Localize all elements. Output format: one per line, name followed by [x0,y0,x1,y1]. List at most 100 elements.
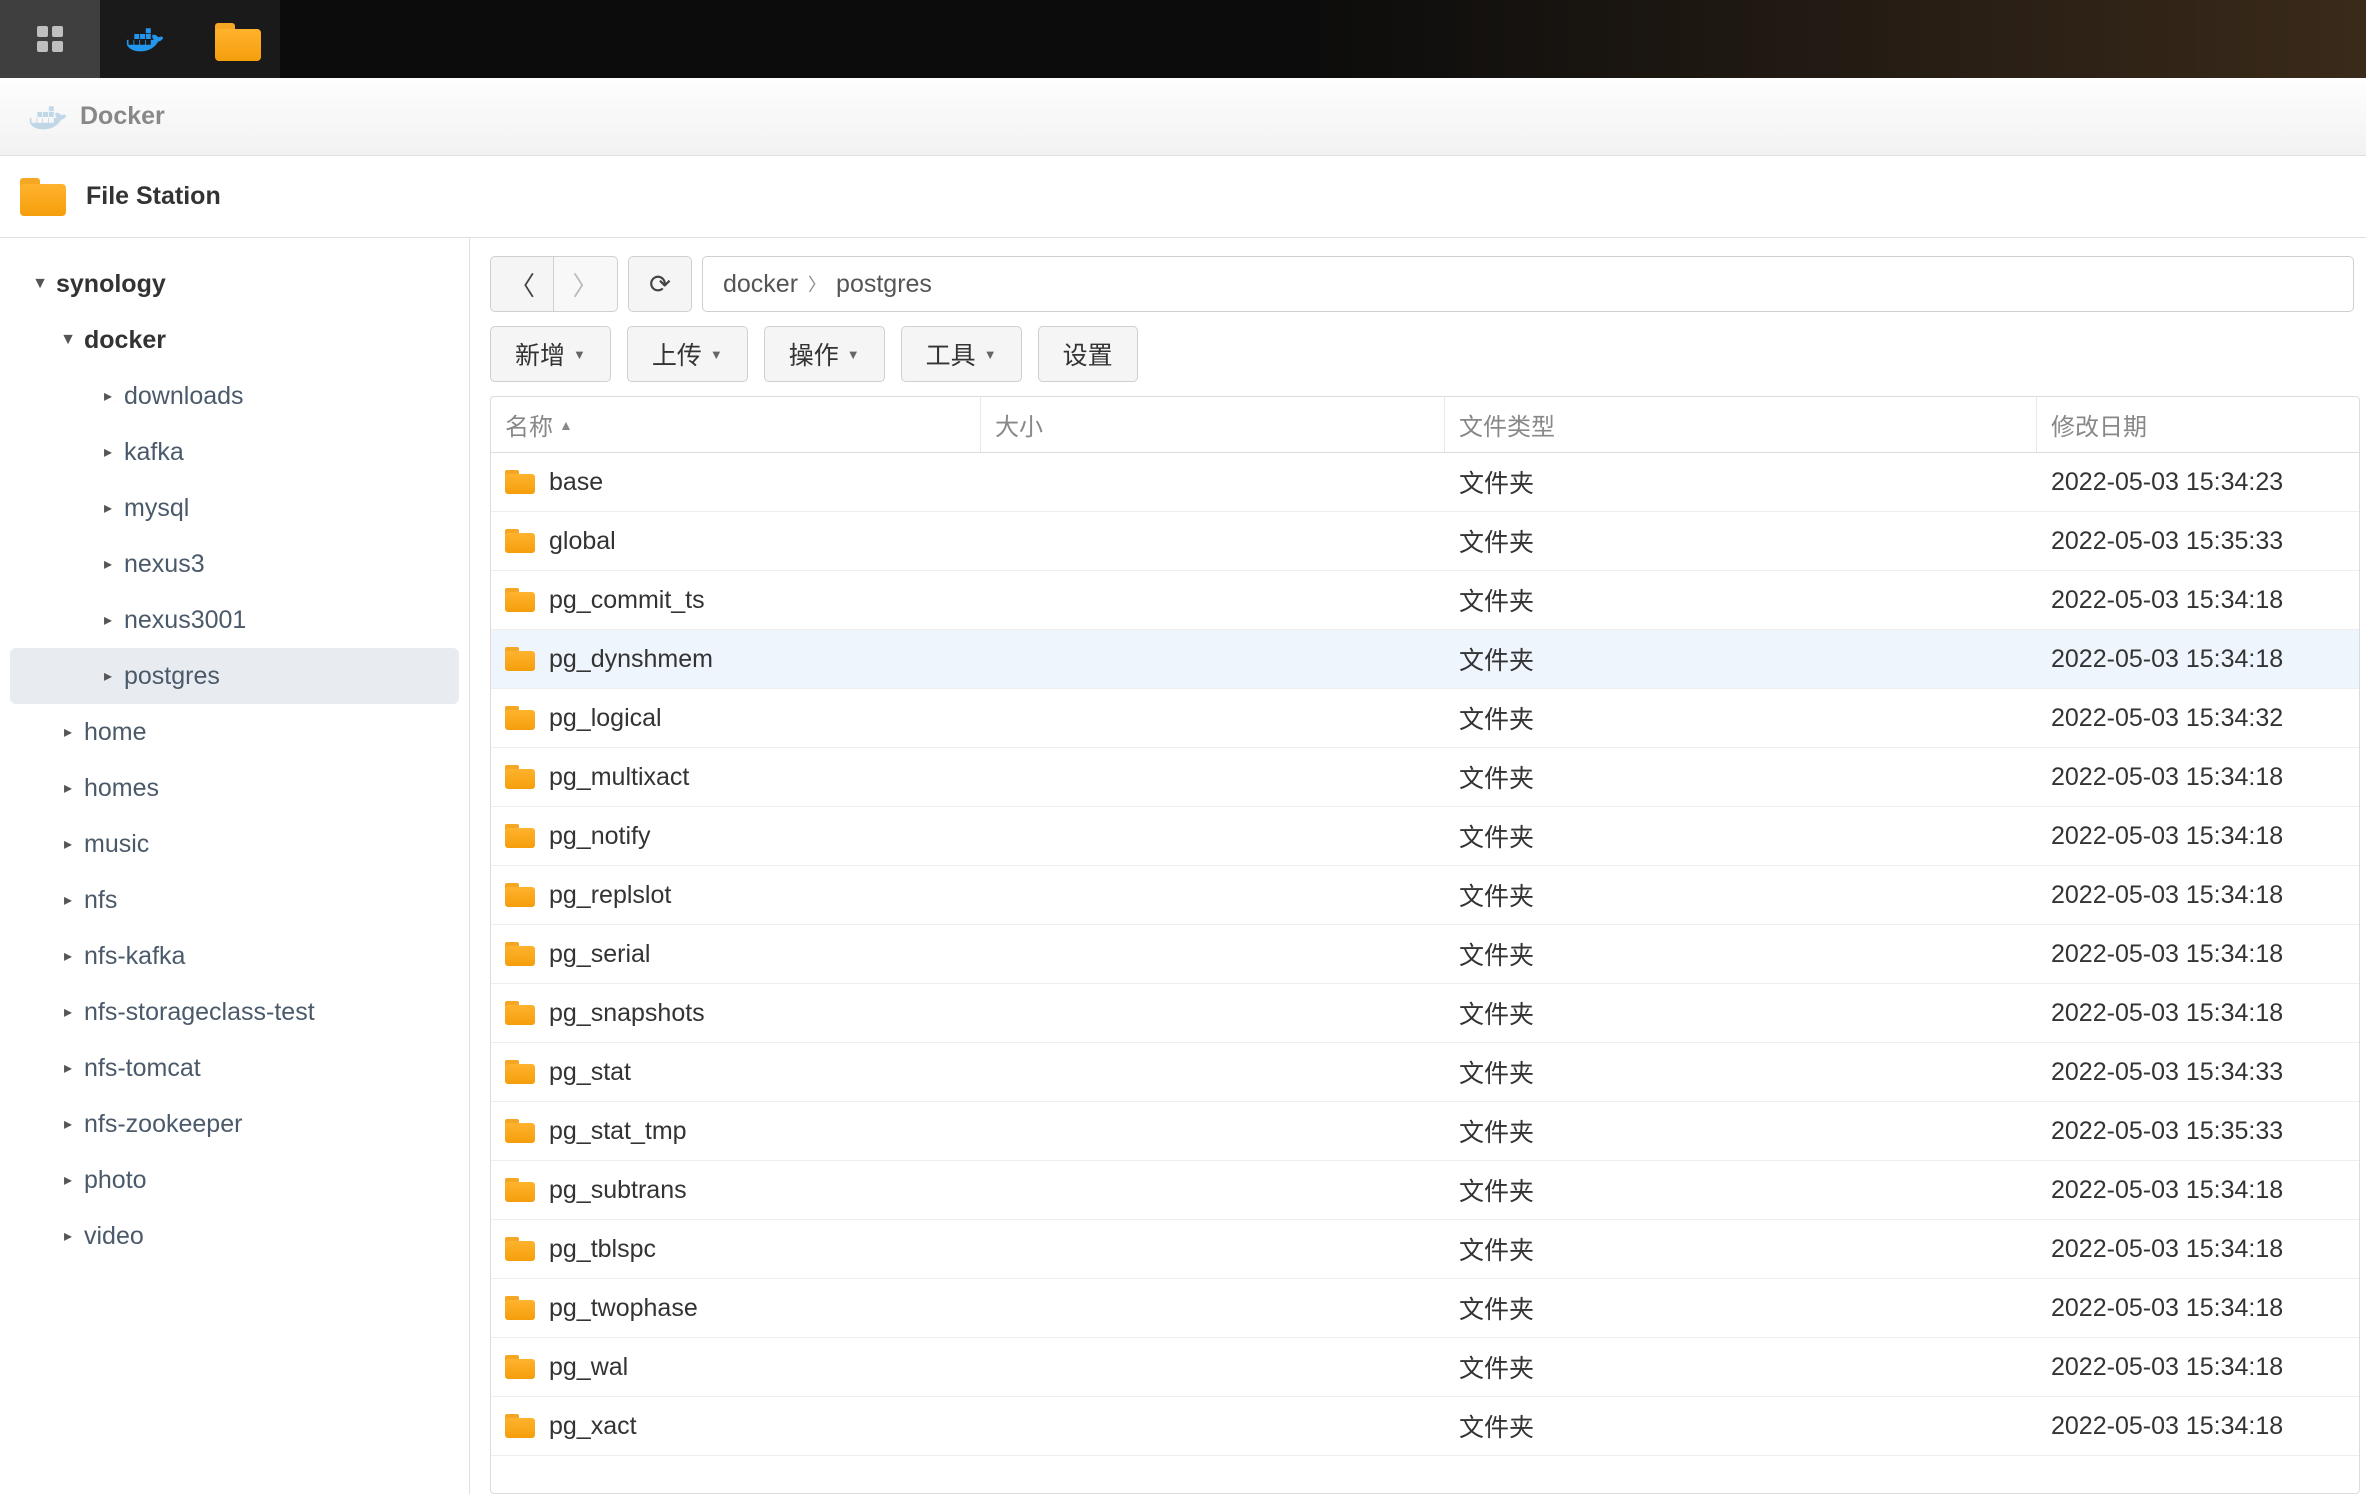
column-header-type[interactable]: 文件类型 [1445,397,2037,452]
folder-icon [505,765,535,789]
tree-item-nfs-tomcat[interactable]: ▸nfs-tomcat [0,1040,469,1096]
docker-whale-icon [28,103,68,131]
table-row[interactable]: pg_wal文件夹2022-05-03 15:34:18 [491,1338,2359,1397]
tree-item-mysql[interactable]: ▸mysql [0,480,469,536]
upload-button[interactable]: 上传 ▼ [627,326,748,382]
create-button[interactable]: 新增 ▼ [490,326,611,382]
chevron-right-icon: ▸ [58,1226,78,1246]
tree-item-home[interactable]: ▸home [0,704,469,760]
chevron-right-icon: ▸ [58,946,78,966]
cell-date: 2022-05-03 15:34:18 [2037,1294,2359,1323]
chevron-down-icon: ▼ [30,275,50,293]
nav-forward-button[interactable]: 〉 [554,256,618,312]
table-row[interactable]: pg_multixact文件夹2022-05-03 15:34:18 [491,748,2359,807]
nav-row: 〈 〉 ⟳ docker 〉 postgres [490,256,2366,312]
tree-item-nfs-kafka[interactable]: ▸nfs-kafka [0,928,469,984]
tree-item-video[interactable]: ▸video [0,1208,469,1264]
folder-icon [505,1296,535,1320]
cell-name: pg_stat [491,1058,981,1087]
table-row[interactable]: pg_logical文件夹2022-05-03 15:34:32 [491,689,2359,748]
tree-label: nexus3001 [124,606,246,635]
cell-date: 2022-05-03 15:34:18 [2037,940,2359,969]
tree-item-nfs[interactable]: ▸nfs [0,872,469,928]
nav-refresh-button[interactable]: ⟳ [628,256,692,312]
action-button[interactable]: 操作 ▼ [764,326,885,382]
cell-name: pg_multixact [491,763,981,792]
breadcrumb[interactable]: docker 〉 postgres [702,256,2354,312]
file-name: pg_stat_tmp [549,1117,687,1146]
table-row[interactable]: pg_replslot文件夹2022-05-03 15:34:18 [491,866,2359,925]
tree-item-nexus3[interactable]: ▸nexus3 [0,536,469,592]
breadcrumb-part[interactable]: postgres [836,270,932,299]
docker-header: Docker [0,78,2366,156]
folder-icon [505,706,535,730]
cell-name: pg_logical [491,704,981,733]
tree-item-kafka[interactable]: ▸kafka [0,424,469,480]
file-table: 名称 ▲ 大小 文件类型 修改日期 base文件夹2022-05-03 15:3… [490,396,2360,1494]
cell-type: 文件夹 [1445,1231,2037,1267]
folder-icon [505,1237,535,1261]
button-label: 上传 [652,336,702,372]
file-name: pg_logical [549,704,662,733]
table-row[interactable]: pg_dynshmem文件夹2022-05-03 15:34:18 [491,630,2359,689]
tree-item-downloads[interactable]: ▸downloads [0,368,469,424]
file-name: pg_multixact [549,763,689,792]
column-header-date[interactable]: 修改日期 [2037,397,2359,452]
cell-name: pg_replslot [491,881,981,910]
table-row[interactable]: pg_tblspc文件夹2022-05-03 15:34:18 [491,1220,2359,1279]
cell-name: pg_stat_tmp [491,1117,981,1146]
cell-type: 文件夹 [1445,1290,2037,1326]
chevron-right-icon: ▸ [58,1058,78,1078]
tree-item-docker[interactable]: ▼docker [0,312,469,368]
cell-date: 2022-05-03 15:34:18 [2037,1235,2359,1264]
table-row[interactable]: base文件夹2022-05-03 15:34:23 [491,453,2359,512]
chevron-right-icon: ▸ [98,554,118,574]
taskbar-menu-button[interactable] [0,0,100,78]
cell-name: pg_subtrans [491,1176,981,1205]
table-row[interactable]: pg_serial文件夹2022-05-03 15:34:18 [491,925,2359,984]
tree-label: downloads [124,382,244,411]
cell-date: 2022-05-03 15:35:33 [2037,1117,2359,1146]
folder-icon [505,1414,535,1438]
file-name: pg_subtrans [549,1176,687,1205]
cell-date: 2022-05-03 15:34:18 [2037,645,2359,674]
column-header-name[interactable]: 名称 ▲ [491,397,981,452]
breadcrumb-part[interactable]: docker [723,270,798,299]
tree-label: mysql [124,494,189,523]
table-header: 名称 ▲ 大小 文件类型 修改日期 [491,397,2359,453]
table-row[interactable]: pg_notify文件夹2022-05-03 15:34:18 [491,807,2359,866]
table-row[interactable]: pg_subtrans文件夹2022-05-03 15:34:18 [491,1161,2359,1220]
sort-asc-icon: ▲ [559,417,573,433]
taskbar-docker-button[interactable] [100,0,190,78]
table-row[interactable]: global文件夹2022-05-03 15:35:33 [491,512,2359,571]
chevron-down-icon: ▼ [58,331,78,349]
tree-item-photo[interactable]: ▸photo [0,1152,469,1208]
table-row[interactable]: pg_stat_tmp文件夹2022-05-03 15:35:33 [491,1102,2359,1161]
tree-item-homes[interactable]: ▸homes [0,760,469,816]
nav-back-button[interactable]: 〈 [490,256,554,312]
tree-item-postgres[interactable]: ▸postgres [10,648,459,704]
folder-icon [505,883,535,907]
file-name: pg_dynshmem [549,645,713,674]
folder-icon [505,1119,535,1143]
table-body: base文件夹2022-05-03 15:34:23global文件夹2022-… [491,453,2359,1493]
tree-root-synology[interactable]: ▼ synology [0,256,469,312]
table-row[interactable]: pg_xact文件夹2022-05-03 15:34:18 [491,1397,2359,1456]
tree-item-nfs-storageclass-test[interactable]: ▸nfs-storageclass-test [0,984,469,1040]
column-label: 大小 [995,407,1043,442]
settings-button[interactable]: 设置 [1038,326,1138,382]
table-row[interactable]: pg_stat文件夹2022-05-03 15:34:33 [491,1043,2359,1102]
table-row[interactable]: pg_snapshots文件夹2022-05-03 15:34:18 [491,984,2359,1043]
tree-item-nfs-zookeeper[interactable]: ▸nfs-zookeeper [0,1096,469,1152]
column-header-size[interactable]: 大小 [981,397,1445,452]
cell-name: pg_commit_ts [491,586,981,615]
tree-item-music[interactable]: ▸music [0,816,469,872]
tree-item-nexus3001[interactable]: ▸nexus3001 [0,592,469,648]
cell-date: 2022-05-03 15:34:18 [2037,1412,2359,1441]
taskbar-filestation-button[interactable] [190,0,280,78]
folder-icon [505,647,535,671]
table-row[interactable]: pg_twophase文件夹2022-05-03 15:34:18 [491,1279,2359,1338]
table-row[interactable]: pg_commit_ts文件夹2022-05-03 15:34:18 [491,571,2359,630]
tool-button[interactable]: 工具 ▼ [901,326,1022,382]
folder-icon [215,23,255,55]
